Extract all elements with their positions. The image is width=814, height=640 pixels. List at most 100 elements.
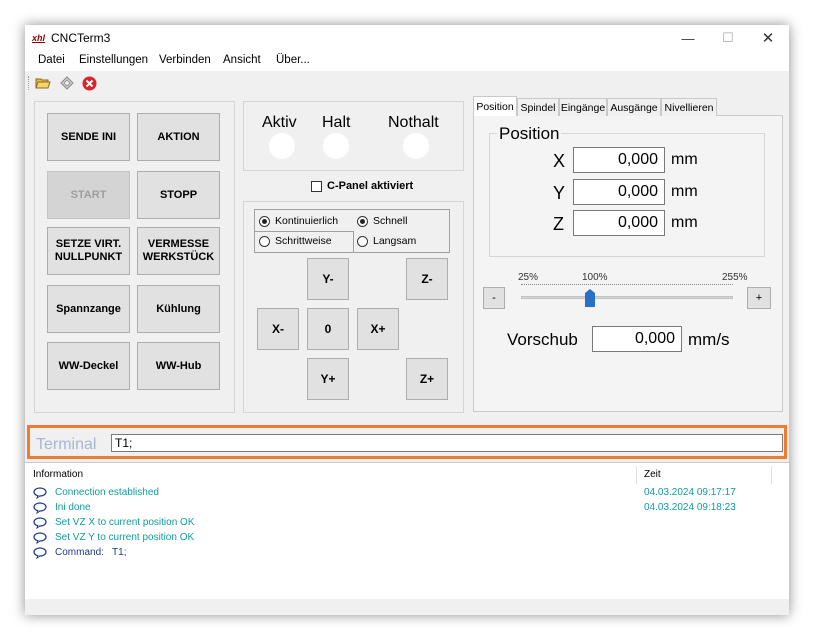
terminal-bar: Terminal T1;: [27, 425, 787, 459]
langsam-label: Langsam: [373, 235, 417, 247]
log-header-divider-2: [771, 466, 772, 484]
axis-x-label: X: [553, 151, 566, 171]
axis-y-value: 0,000: [573, 179, 665, 205]
cpanel-checkbox[interactable]: [311, 181, 322, 192]
jog-y-minus-button[interactable]: Y-: [307, 258, 349, 300]
vermesse-label-line1: VERMESSE: [147, 238, 210, 250]
axis-z-label: Z: [553, 214, 564, 234]
log-entry-icon: [33, 486, 47, 500]
log-list: Information Zeit Connection established 0…: [25, 462, 789, 600]
start-button[interactable]: START: [47, 171, 130, 219]
log-header-divider: [636, 466, 637, 484]
menu-verbinden[interactable]: Verbinden: [159, 54, 211, 66]
terminal-input[interactable]: T1;: [111, 434, 783, 452]
menu-ueber[interactable]: Über...: [276, 54, 310, 66]
vermesse-werkstueck-button[interactable]: VERMESSE WERKSTÜCK: [137, 227, 220, 275]
status-bar: [25, 599, 789, 615]
langsam-radio[interactable]: [357, 236, 368, 247]
send-ini-button[interactable]: SENDE INI: [47, 113, 130, 161]
halt-indicator: [323, 133, 349, 159]
ww-hub-button[interactable]: WW-Hub: [137, 342, 220, 390]
toolbar-grip: [28, 76, 31, 90]
aktion-button[interactable]: AKTION: [137, 113, 220, 161]
override-minus-button[interactable]: -: [483, 287, 505, 309]
schrittweise-label: Schrittweise: [275, 235, 332, 247]
title-bar: xhl CNCTerm3 — ☐ ✕: [25, 25, 789, 51]
close-button[interactable]: ✕: [748, 25, 788, 51]
menu-datei[interactable]: Datei: [38, 54, 65, 66]
override-slider-thumb[interactable]: [585, 289, 596, 307]
vorschub-value: 0,000: [592, 326, 682, 352]
vermesse-label-line2: WERKSTÜCK: [142, 251, 215, 263]
spannzange-button[interactable]: Spannzange: [47, 285, 130, 333]
override-plus-button[interactable]: +: [747, 287, 771, 309]
axis-y-label: Y: [553, 183, 566, 203]
log-header-zeit: Zeit: [644, 469, 661, 480]
ww-deckel-button[interactable]: WW-Deckel: [47, 342, 130, 390]
jog-z-minus-button[interactable]: Z-: [406, 258, 448, 300]
kontinuierlich-radio[interactable]: [259, 216, 270, 227]
stop-red-icon: [82, 76, 96, 90]
maximize-icon: ☐: [722, 30, 734, 45]
tab-ausgaenge[interactable]: Ausgänge: [607, 98, 661, 116]
window-title: CNCTerm3: [51, 31, 111, 45]
override-track[interactable]: [521, 296, 733, 299]
setze-virt-label-line1: SETZE VIRT.: [55, 238, 122, 250]
menu-ansicht[interactable]: Ansicht: [223, 54, 261, 66]
log-entry-time: 04.03.2024 09:17:17: [644, 487, 736, 498]
jog-y-plus-button[interactable]: Y+: [307, 358, 349, 400]
schrittweise-radio[interactable]: [259, 236, 270, 247]
log-entry-text: Connection established: [55, 487, 159, 498]
nothalt-label: Nothalt: [388, 114, 439, 131]
open-button[interactable]: [34, 74, 52, 92]
vorschub-label: Vorschub: [507, 330, 578, 349]
maximize-button[interactable]: ☐: [708, 25, 748, 51]
tab-eingaenge[interactable]: Eingänge: [559, 98, 607, 116]
minimize-icon: —: [681, 30, 695, 46]
main-window: xhl CNCTerm3 — ☐ ✕ Datei Einstellungen V…: [25, 25, 789, 615]
axis-z-unit: mm: [671, 214, 698, 231]
tab-spindel[interactable]: Spindel: [517, 98, 559, 116]
menu-bar: Datei Einstellungen Verbinden Ansicht Üb…: [25, 51, 789, 71]
schnell-radio[interactable]: [357, 216, 368, 227]
close-icon: ✕: [761, 30, 775, 47]
position-title: Position: [497, 124, 562, 144]
axis-x-value: 0,000: [573, 147, 665, 173]
toolbar: [25, 71, 789, 95]
jog-x-plus-button[interactable]: X+: [357, 308, 399, 350]
setze-virt-nullpunkt-button[interactable]: SETZE VIRT. NULLPUNKT: [47, 227, 130, 275]
stopp-button[interactable]: STOPP: [137, 171, 220, 219]
log-header-information: Information: [33, 469, 84, 480]
log-entry-icon: [33, 531, 47, 545]
aktiv-indicator: [269, 133, 295, 159]
kuehlung-button[interactable]: Kühlung: [137, 285, 220, 333]
log-entry-text: Set VZ Y to current position OK: [55, 532, 195, 543]
log-entry-text: Command: T1;: [55, 547, 127, 558]
vorschub-unit: mm/s: [688, 330, 730, 349]
setze-virt-label-line2: NULLPUNKT: [54, 251, 123, 263]
tab-position[interactable]: Position: [473, 96, 517, 116]
jog-x-minus-button[interactable]: X-: [257, 308, 299, 350]
diamond-button[interactable]: [58, 74, 76, 92]
kontinuierlich-label: Kontinuierlich: [275, 215, 339, 227]
tab-nivellieren[interactable]: Nivellieren: [661, 98, 717, 116]
cpanel-label: C-Panel aktiviert: [327, 180, 414, 192]
terminal-label: Terminal: [36, 436, 97, 453]
minimize-button[interactable]: —: [668, 25, 708, 51]
stop-button[interactable]: [80, 74, 98, 92]
log-entry-icon: [33, 501, 47, 515]
open-folder-icon: [35, 78, 51, 89]
jog-z-plus-button[interactable]: Z+: [406, 358, 448, 400]
menu-einstellungen[interactable]: Einstellungen: [79, 54, 148, 66]
log-entry-icon: [33, 546, 47, 560]
override-min-label: 25%: [518, 272, 539, 283]
log-entry-text: Ini done: [55, 502, 91, 513]
diamond-icon: [60, 76, 74, 90]
axis-x-unit: mm: [671, 151, 698, 168]
schnell-label: Schnell: [373, 215, 408, 227]
override-ticks: [521, 284, 733, 287]
jog-zero-button[interactable]: 0: [307, 308, 349, 350]
axis-z-value: 0,000: [573, 210, 665, 236]
axis-y-unit: mm: [671, 183, 698, 200]
aktiv-label: Aktiv: [262, 114, 297, 131]
